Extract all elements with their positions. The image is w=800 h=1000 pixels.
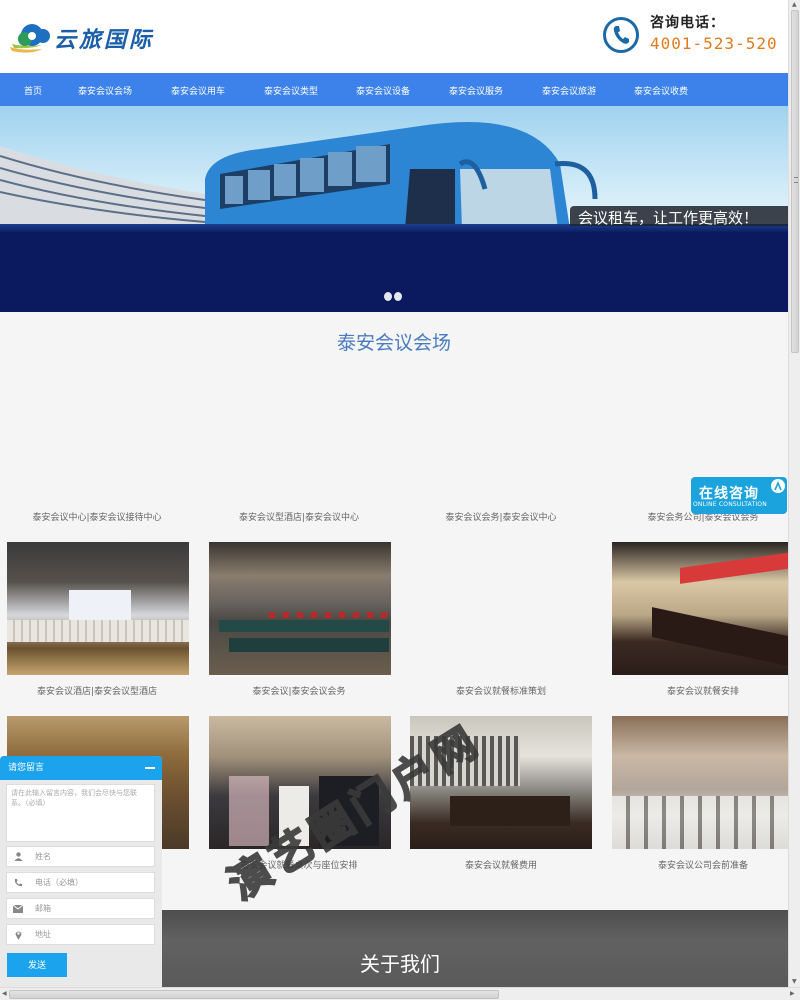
- email-placeholder: 邮箱: [35, 904, 51, 913]
- page-viewport: 云旅国际 咨询电话： 4001-523-520 首页 泰安会议会场 泰安会议用车…: [0, 0, 788, 987]
- cloud-logo-icon: [10, 24, 50, 53]
- email-input[interactable]: 邮箱: [6, 898, 155, 919]
- phone-placeholder: 电话（必填）: [35, 878, 83, 887]
- minimize-icon[interactable]: [145, 767, 155, 769]
- venue-caption[interactable]: 泰安会议就餐费用: [410, 858, 592, 871]
- banner-caption: 会议租车，让工作更高效！: [570, 206, 788, 226]
- address-input[interactable]: 地址: [6, 924, 155, 945]
- scroll-up-arrow-icon[interactable]: ▲: [792, 1, 797, 8]
- scroll-left-arrow-icon[interactable]: ◀: [2, 990, 7, 997]
- hotline: 咨询电话： 4001-523-520: [603, 14, 778, 56]
- hero-banner[interactable]: 会议租车，让工作更高效！: [0, 106, 788, 312]
- scroll-down-arrow-icon[interactable]: ▼: [792, 978, 797, 985]
- venue-caption[interactable]: 泰安会议型酒店|泰安会议中心: [208, 510, 390, 523]
- consult-label: 在线咨询: [699, 486, 759, 502]
- venue-photo-dining-seating[interactable]: [209, 716, 391, 849]
- venue-caption[interactable]: 泰安会议中心|泰安会议接待中心: [6, 510, 188, 523]
- section-title: 泰安会议会场: [336, 332, 451, 354]
- venue-photo-ballroom[interactable]: [7, 542, 189, 675]
- logo-text: 云旅国际: [54, 27, 155, 53]
- hotline-label: 咨询电话：: [650, 15, 725, 31]
- venue-caption[interactable]: 泰安会议就餐桌次与座位安排: [208, 858, 390, 871]
- vertical-scrollbar[interactable]: ▲ ▼: [788, 0, 800, 987]
- chat-bubble-icon: [771, 479, 785, 493]
- slider-dot-1[interactable]: [384, 292, 392, 301]
- venue-caption[interactable]: 泰安会议|泰安会议会务: [208, 684, 390, 697]
- venue-photo-classroom[interactable]: [209, 542, 391, 675]
- nav-item-home[interactable]: 首页: [24, 84, 42, 97]
- main-nav: 首页 泰安会议会场 泰安会议用车 泰安会议类型 泰安会议设备 泰安会议服务 泰安…: [0, 73, 788, 106]
- envelope-icon: [13, 904, 23, 914]
- slider-dot-2[interactable]: [394, 292, 402, 301]
- message-widget-title: 请您留言: [8, 763, 45, 773]
- message-widget-header[interactable]: 请您留言: [0, 756, 162, 780]
- banner-building-image: [0, 146, 205, 226]
- horizontal-scrollbar[interactable]: ◀ ▶: [0, 987, 800, 1000]
- vertical-scroll-thumb[interactable]: [791, 10, 799, 353]
- phone-input[interactable]: 电话（必填）: [6, 872, 155, 893]
- message-widget: 请您留言 请在此输入留言内容，我们会尽快与您联系。（必填） 姓名 电话（必填） …: [0, 756, 162, 987]
- nav-item-vehicle[interactable]: 泰安会议用车: [171, 84, 225, 97]
- venue-caption[interactable]: 泰安会议酒店|泰安会议型酒店: [6, 684, 188, 697]
- horizontal-scroll-thumb[interactable]: [9, 990, 499, 999]
- site-header: 云旅国际 咨询电话： 4001-523-520: [0, 0, 788, 73]
- hotline-number: 4001-523-520: [650, 34, 778, 53]
- scroll-grip-icon: [794, 177, 798, 183]
- nav-item-tourism[interactable]: 泰安会议旅游: [542, 84, 596, 97]
- consult-sublabel: ONLINE CONSULTATION: [693, 501, 767, 508]
- address-placeholder: 地址: [35, 930, 51, 939]
- nav-item-type[interactable]: 泰安会议类型: [264, 84, 318, 97]
- send-button[interactable]: 发送: [7, 953, 67, 977]
- banner-bus-image: [205, 121, 598, 229]
- message-textarea[interactable]: 请在此输入留言内容，我们会尽快与您联系。（必填）: [6, 784, 155, 842]
- venue-caption[interactable]: 泰安会议就餐标准策划: [410, 684, 592, 697]
- venue-photo-boardroom[interactable]: [612, 542, 788, 675]
- location-pin-icon: [13, 930, 23, 940]
- user-icon: [13, 852, 23, 862]
- logo[interactable]: 云旅国际: [8, 18, 154, 58]
- nav-item-pricing[interactable]: 泰安会议收费: [634, 84, 688, 97]
- nav-item-venue[interactable]: 泰安会议会场: [78, 84, 132, 97]
- venue-photo-dining-cost[interactable]: [410, 716, 592, 849]
- venue-photo-preparation[interactable]: [612, 716, 788, 849]
- nav-item-service[interactable]: 泰安会议服务: [449, 84, 503, 97]
- venue-caption[interactable]: 泰安会议公司会前准备: [612, 858, 788, 871]
- phone-icon: [603, 17, 639, 53]
- venue-caption[interactable]: 泰安会议会务|泰安会议中心: [410, 510, 592, 523]
- slider-dots: [384, 292, 402, 301]
- phone-small-icon: [13, 878, 23, 888]
- online-consult-button[interactable]: 在线咨询 ONLINE CONSULTATION: [691, 477, 787, 514]
- nav-item-equipment[interactable]: 泰安会议设备: [356, 84, 410, 97]
- scroll-right-arrow-icon[interactable]: ▶: [790, 990, 795, 997]
- name-input[interactable]: 姓名: [6, 846, 155, 867]
- venue-caption[interactable]: 泰安会议就餐安排: [612, 684, 788, 697]
- name-placeholder: 姓名: [35, 852, 51, 861]
